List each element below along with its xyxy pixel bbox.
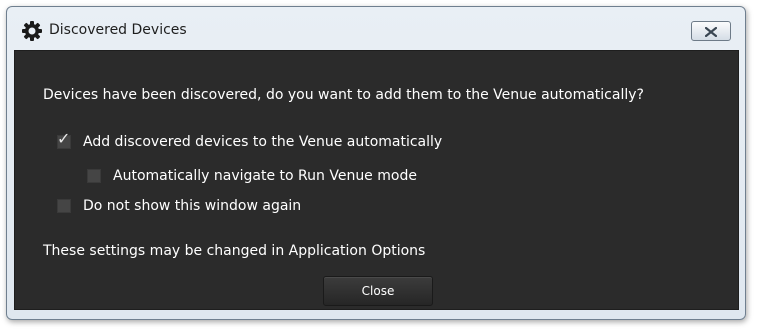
prompt-text: Devices have been discovered, do you wan… <box>43 87 644 103</box>
checkmark-icon: ✓ <box>57 129 71 148</box>
option-add-automatically[interactable]: ✓ Add discovered devices to the Venue au… <box>57 131 443 150</box>
option-do-not-show[interactable]: Do not show this window again <box>57 198 301 214</box>
dialog-body: Devices have been discovered, do you wan… <box>14 50 739 310</box>
window-close-button[interactable] <box>691 21 731 41</box>
add-automatically-label: Add discovered devices to the Venue auto… <box>83 134 443 150</box>
title-bar[interactable]: Discovered Devices <box>7 7 745 51</box>
add-automatically-checkbox[interactable]: ✓ <box>57 131 71 149</box>
dialog-window: Discovered Devices Devices have been dis… <box>6 6 746 320</box>
window-title: Discovered Devices <box>49 22 187 38</box>
settings-note: These settings may be changed in Applica… <box>43 243 426 259</box>
option-navigate-run-venue[interactable]: Automatically navigate to Run Venue mode <box>87 168 417 184</box>
navigate-run-venue-checkbox[interactable] <box>87 169 101 183</box>
do-not-show-checkbox[interactable] <box>57 199 71 213</box>
do-not-show-label: Do not show this window again <box>83 198 302 214</box>
gear-icon <box>21 20 43 42</box>
navigate-run-venue-label: Automatically navigate to Run Venue mode <box>113 168 417 184</box>
close-icon <box>704 22 718 41</box>
close-button[interactable]: Close <box>323 276 433 306</box>
